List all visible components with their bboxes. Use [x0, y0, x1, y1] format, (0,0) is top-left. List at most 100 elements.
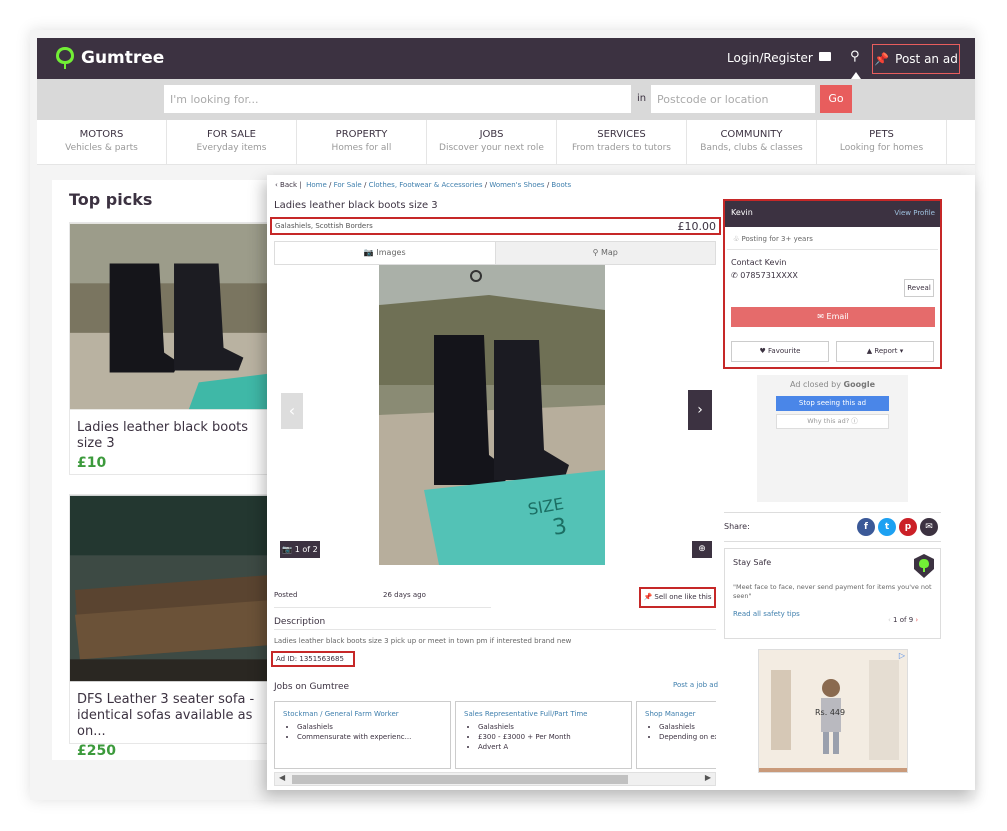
nav-item-property[interactable]: PROPERTY Homes for all [297, 120, 427, 164]
breadcrumb-home[interactable]: Home [306, 181, 327, 189]
search-icon[interactable]: ⚲ [850, 49, 860, 64]
heart-icon: ♥ [759, 347, 766, 355]
media-tabs: 📷 Images ⚲ Map [274, 241, 716, 265]
breadcrumb-for-sale[interactable]: For Sale [334, 181, 362, 189]
card-price: £250 [77, 743, 116, 759]
ad-closed-label: Ad closed by [790, 380, 841, 389]
stop-seeing-ad-button[interactable]: Stop seeing this ad [776, 396, 889, 411]
advertisement-banner[interactable]: ▷ Rs. 449 [758, 649, 908, 773]
description-text: Ladies leather black boots size 3 pick u… [274, 637, 572, 645]
tab-map[interactable]: ⚲ Map [495, 242, 715, 264]
go-button[interactable]: Go [820, 85, 852, 113]
job-title: Shop Manager [645, 710, 696, 718]
top-pick-card[interactable]: Ladies leather black boots size 3 £10 [69, 222, 284, 475]
camera-icon: 📷 [282, 545, 293, 554]
nav-item-services[interactable]: SERVICES From traders to tutors [557, 120, 687, 164]
job-card[interactable]: Shop Manager Galashiels Depending on exp [636, 701, 716, 769]
nav-subtitle: Bands, clubs & classes [700, 143, 803, 153]
facebook-icon[interactable]: f [857, 518, 875, 536]
nav-item-jobs[interactable]: JOBS Discover your next role [427, 120, 557, 164]
breadcrumb: ‹ Back | Home / For Sale / Clothes, Foot… [275, 181, 572, 189]
post-ad-button[interactable]: 📌 Post an ad [872, 44, 960, 74]
job-title: Sales Representative Full/Part Time [464, 710, 588, 718]
chevron-left-icon[interactable]: ‹ [888, 616, 891, 624]
job-detail: Depending on exp [659, 733, 716, 741]
job-detail: Galashiels [297, 723, 442, 731]
breadcrumb-divider: | [299, 181, 302, 189]
nav-subtitle: Everyday items [196, 143, 267, 153]
nav-item-community[interactable]: COMMUNITY Bands, clubs & classes [687, 120, 817, 164]
tree-icon [56, 47, 74, 69]
main-ad-photo[interactable]: SIZE 3 [379, 265, 605, 565]
breadcrumb-womens-shoes[interactable]: Women's Shoes [489, 181, 544, 189]
safety-tips-link[interactable]: Read all safety tips [733, 610, 800, 618]
sell-one-like-this-button[interactable]: 📌 Sell one like this [639, 587, 716, 608]
stay-safe-box: Stay Safe "Meet face to face, never send… [724, 548, 941, 639]
twitter-icon[interactable]: t [878, 518, 896, 536]
boots-thumbnail [70, 223, 283, 410]
nav-title: JOBS [479, 129, 504, 140]
pin-icon: 📌 [643, 593, 653, 601]
post-ad-label: Post an ad [895, 52, 958, 66]
email-share-icon[interactable]: ✉ [920, 518, 938, 536]
tree-icon: ♧ [733, 235, 740, 243]
safety-quote: "Meet face to face, never send payment f… [733, 583, 932, 600]
seller-header: Kevin View Profile [725, 201, 940, 227]
favourite-button[interactable]: ♥ Favourite [731, 341, 829, 362]
scrollbar-thumb[interactable] [292, 775, 628, 784]
divider [274, 629, 716, 630]
back-link[interactable]: ‹ Back [275, 181, 297, 189]
posted-label: Posted [274, 591, 298, 599]
share-label: Share: [724, 522, 750, 531]
breadcrumb-clothes[interactable]: Clothes, Footwear & Accessories [369, 181, 483, 189]
tab-map-label: Map [601, 248, 618, 257]
scroll-left-icon[interactable]: ◀ [279, 773, 285, 782]
job-card[interactable]: Stockman / General Farm Worker Galashiel… [274, 701, 451, 769]
top-picks-heading: Top picks [69, 190, 153, 209]
card-title: DFS Leather 3 seater sofa - identical so… [77, 692, 255, 739]
view-profile-link[interactable]: View Profile [894, 209, 935, 217]
nav-title: PROPERTY [335, 129, 388, 140]
ad-price: £10.00 [677, 220, 717, 233]
phone-icon: ✆ [731, 271, 738, 280]
location-input[interactable]: Postcode or location [651, 85, 815, 113]
chevron-right-icon[interactable]: › [915, 616, 918, 624]
previous-image-button[interactable]: ‹ [281, 393, 303, 429]
envelope-icon: ✉ [817, 312, 824, 321]
next-image-button[interactable]: › [688, 390, 712, 430]
job-detail: Galashiels [478, 723, 623, 731]
scroll-right-icon[interactable]: ▶ [705, 773, 711, 782]
pinterest-icon[interactable]: p [899, 518, 917, 536]
breadcrumb-boots[interactable]: Boots [551, 181, 571, 189]
login-register-link[interactable]: Login/Register [727, 51, 813, 65]
zoom-icon[interactable]: ⊕ [692, 541, 712, 558]
top-pick-card[interactable]: DFS Leather 3 seater sofa - identical so… [69, 494, 284, 759]
post-job-ad-link[interactable]: Post a job ad [673, 681, 718, 689]
tab-images-label: Images [376, 248, 406, 257]
gumtree-logo[interactable]: Gumtree [55, 46, 164, 70]
stay-safe-heading: Stay Safe [733, 558, 772, 567]
nav-item-for-sale[interactable]: FOR SALE Everyday items [167, 120, 297, 164]
adchoices-icon[interactable]: ▷ [899, 651, 905, 660]
category-nav: MOTORS Vehicles & parts FOR SALE Everyday … [37, 120, 975, 165]
top-header: Gumtree Login/Register ⚲ 📌 Post an ad [37, 38, 975, 79]
job-card[interactable]: Sales Representative Full/Part Time Gala… [455, 701, 632, 769]
report-label: Report [874, 347, 898, 355]
nav-item-pets[interactable]: PETS Looking for homes [817, 120, 947, 164]
messages-icon[interactable] [819, 52, 831, 61]
nav-item-motors[interactable]: MOTORS Vehicles & parts [37, 120, 167, 164]
why-this-ad-button[interactable]: Why this ad? ⓘ [776, 414, 889, 429]
email-button[interactable]: ✉ Email [731, 307, 935, 327]
sell-one-label: Sell one like this [654, 593, 712, 601]
report-button[interactable]: ▲ Report ▾ [836, 341, 934, 362]
horizontal-scrollbar[interactable]: ◀ ▶ [274, 772, 716, 786]
reveal-button[interactable]: Reveal [904, 279, 934, 297]
tab-images[interactable]: 📷 Images [275, 242, 496, 264]
camera-icon: 📷 [363, 248, 374, 257]
location-price-row: Galashiels, Scottish Borders £10.00 [270, 217, 721, 235]
ad-detail-panel: ‹ Back | Home / For Sale / Clothes, Foot… [267, 175, 975, 790]
share-row: Share: f t p ✉ [724, 512, 941, 542]
safety-pager: ‹ 1 of 9 › [888, 616, 918, 624]
search-input[interactable]: I'm looking for... [164, 85, 631, 113]
description-heading: Description [274, 617, 326, 627]
